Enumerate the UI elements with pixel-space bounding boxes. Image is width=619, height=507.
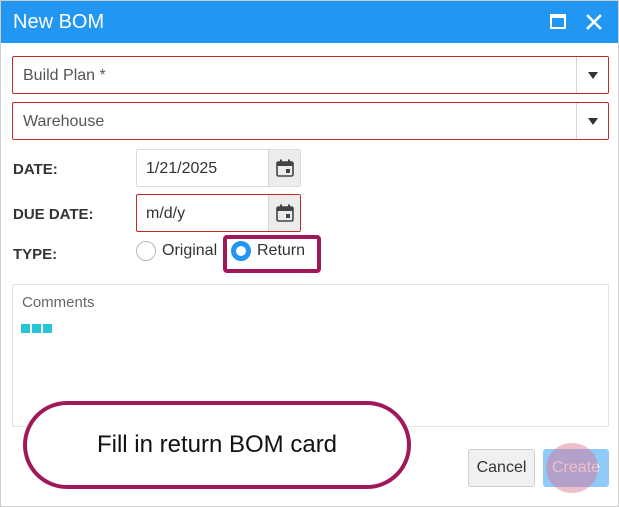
build-plan-dropdown-button[interactable] xyxy=(576,57,608,93)
cancel-button[interactable]: Cancel xyxy=(468,449,535,487)
date-label: DATE: xyxy=(13,161,58,178)
close-icon[interactable] xyxy=(582,10,606,34)
loading-dot xyxy=(43,324,52,333)
warehouse-value: Warehouse xyxy=(23,113,105,130)
chevron-down-icon xyxy=(587,71,598,79)
comments-placeholder: Comments xyxy=(22,294,95,311)
loading-dot xyxy=(32,324,41,333)
chevron-down-icon xyxy=(587,117,598,125)
date-value: 1/21/2025 xyxy=(146,160,218,177)
calendar-icon xyxy=(275,159,294,177)
type-option-original[interactable]: Original xyxy=(136,241,217,261)
instruction-callout: Fill in return BOM card xyxy=(23,401,411,489)
type-label: TYPE: xyxy=(13,246,58,263)
due-date-field[interactable]: m/d/y xyxy=(136,194,301,232)
dialog-titlebar: New BOM xyxy=(1,1,618,43)
radio-unchecked-icon[interactable] xyxy=(136,241,156,261)
due-date-label: DUE DATE: xyxy=(13,206,94,223)
date-field[interactable]: 1/21/2025 xyxy=(136,149,301,187)
calendar-icon xyxy=(275,204,294,222)
warehouse-select[interactable]: Warehouse xyxy=(12,102,609,140)
return-option-highlight xyxy=(223,235,321,273)
new-bom-dialog: New BOM Build Plan * Warehouse DATE: 1/2… xyxy=(0,0,619,507)
due-date-placeholder: m/d/y xyxy=(146,205,186,222)
warehouse-dropdown-button[interactable] xyxy=(576,103,608,139)
loading-dot xyxy=(21,324,30,333)
type-option-original-label: Original xyxy=(162,242,218,259)
maximize-icon[interactable] xyxy=(546,10,570,34)
due-date-calendar-button[interactable] xyxy=(268,195,300,231)
loading-indicator xyxy=(21,324,52,333)
date-calendar-button[interactable] xyxy=(268,150,300,186)
create-button[interactable]: Create xyxy=(543,449,609,487)
build-plan-select[interactable]: Build Plan * xyxy=(12,56,609,94)
callout-text: Fill in return BOM card xyxy=(96,431,338,458)
build-plan-placeholder: Build Plan * xyxy=(23,67,106,84)
dialog-title: New BOM xyxy=(13,11,105,33)
